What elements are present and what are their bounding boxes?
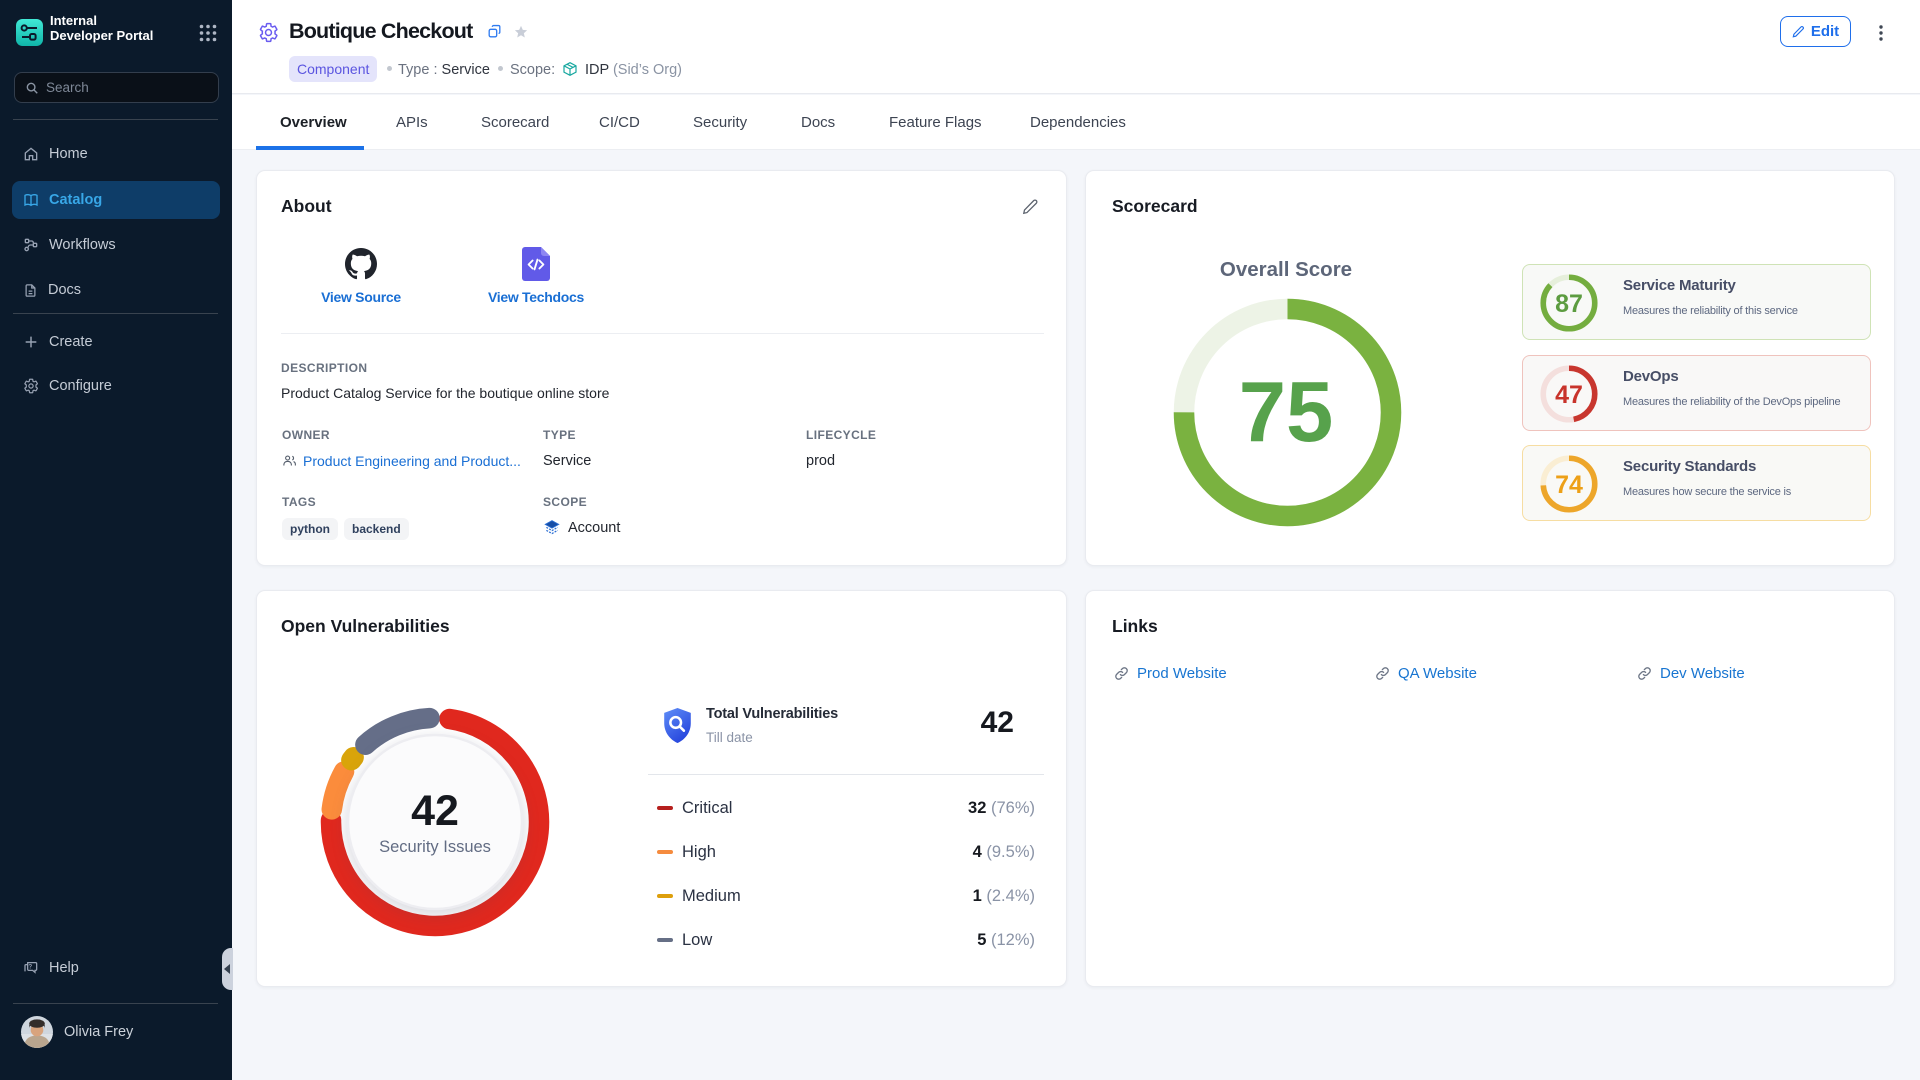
svg-text:47: 47 [1555, 381, 1583, 409]
svg-text:?: ? [28, 964, 32, 970]
svg-text:87: 87 [1555, 290, 1583, 318]
svg-text:74: 74 [1555, 471, 1583, 499]
